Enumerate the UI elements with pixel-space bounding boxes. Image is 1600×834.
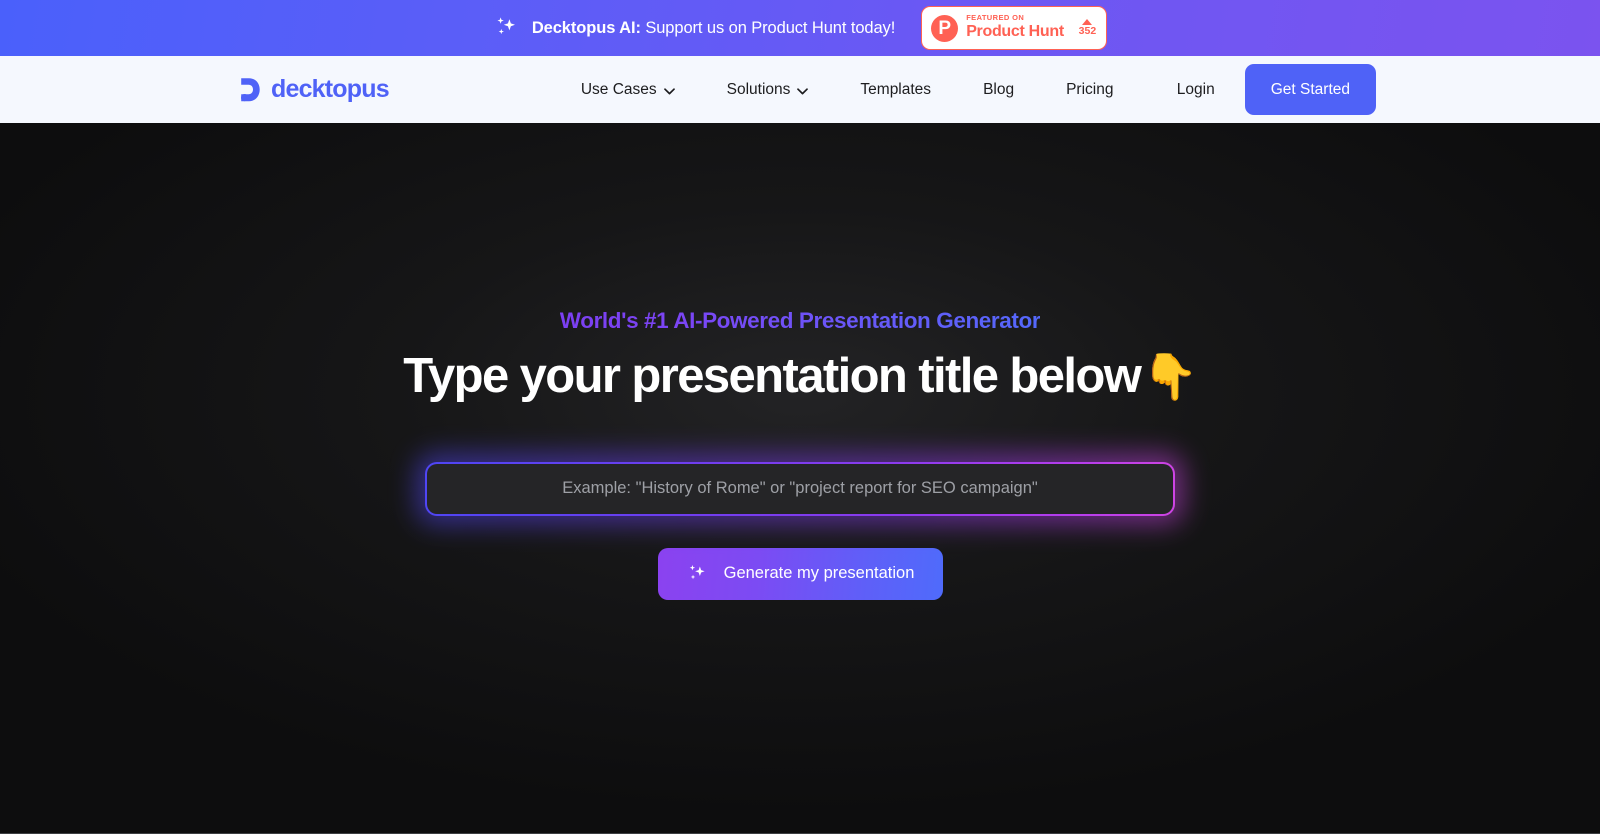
product-hunt-logo-icon: P	[931, 14, 959, 42]
nav-item-use-cases-label: Use Cases	[580, 80, 657, 98]
presentation-title-input[interactable]	[427, 463, 1173, 514]
product-hunt-name: Product Hunt	[966, 23, 1064, 41]
chevron-down-icon	[797, 87, 809, 94]
generate-button-label: Generate my presentation	[723, 564, 915, 583]
nav-item-pricing[interactable]: Pricing	[1040, 81, 1139, 99]
sparkles-icon	[689, 564, 705, 580]
nav-item-pricing-label: Pricing	[1066, 80, 1114, 98]
product-hunt-labels: FEATURED ON Product Hunt	[966, 14, 1070, 41]
hero-section: World's #1 AI-Powered Presentation Gener…	[0, 123, 1600, 834]
product-hunt-badge[interactable]: P FEATURED ON Product Hunt 352	[921, 6, 1108, 50]
featured-on-label: FEATURED ON	[966, 13, 1025, 23]
hero-headline-text: Type your presentation title below	[403, 349, 1142, 403]
hero-content: World's #1 AI-Powered Presentation Gener…	[0, 308, 1600, 600]
promo-message: Decktopus AI: Support us on Product Hunt…	[493, 15, 895, 41]
hero-eyebrow: World's #1 AI-Powered Presentation Gener…	[559, 308, 1041, 333]
promo-title-rest: Support us on Product Hunt today!	[640, 18, 896, 37]
hero-headline: Type your presentation title below 👇	[403, 349, 1198, 403]
logo-wordmark: decktopus	[271, 75, 390, 103]
nav-item-use-cases[interactable]: Use Cases	[555, 81, 701, 99]
promo-banner: Decktopus AI: Support us on Product Hunt…	[0, 0, 1600, 56]
promo-title-bold: Decktopus AI:	[531, 18, 641, 37]
get-started-button[interactable]: Get Started	[1244, 64, 1376, 115]
main-navbar: decktopus Use Cases Solutions Templates …	[0, 56, 1600, 123]
promo-text: Decktopus AI: Support us on Product Hunt…	[532, 19, 895, 38]
upvote-count: 352	[1078, 25, 1097, 38]
decktopus-d-icon	[241, 77, 260, 101]
nav-item-blog-label: Blog	[983, 80, 1015, 98]
nav-actions: Login Get Started	[1147, 56, 1376, 123]
nav-item-solutions[interactable]: Solutions	[701, 81, 835, 99]
nav-item-templates-label: Templates	[860, 80, 932, 98]
nav-links: Use Cases Solutions Templates Blog Prici…	[555, 81, 1140, 99]
nav-item-templates[interactable]: Templates	[834, 81, 957, 99]
chevron-down-icon	[663, 87, 675, 94]
generate-presentation-button[interactable]: Generate my presentation	[657, 547, 943, 600]
pointing-down-icon: 👇	[1142, 350, 1198, 402]
sparkles-icon	[497, 17, 515, 35]
presentation-title-input-wrapper	[425, 461, 1175, 516]
logo-link[interactable]: decktopus	[239, 75, 390, 103]
nav-item-solutions-label: Solutions	[726, 80, 791, 98]
upvote-group[interactable]: 352	[1078, 19, 1097, 38]
login-link[interactable]: Login	[1147, 81, 1245, 99]
nav-item-blog[interactable]: Blog	[957, 81, 1040, 99]
